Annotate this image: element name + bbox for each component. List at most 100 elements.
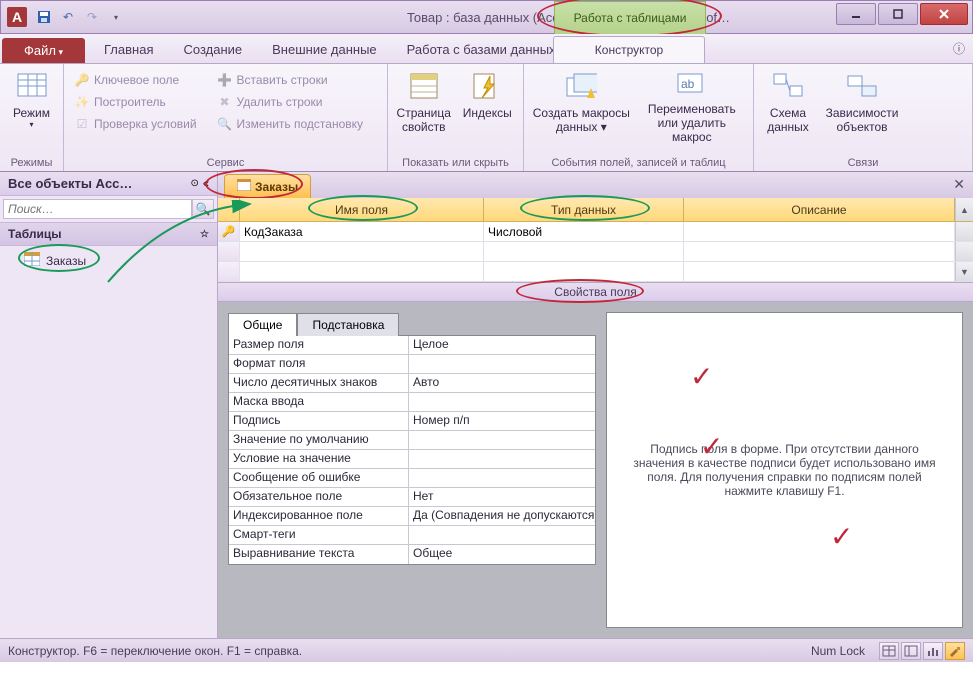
prop-row[interactable]: Формат поля bbox=[229, 355, 595, 374]
prop-value[interactable]: Номер п/п bbox=[409, 412, 595, 430]
scrollbar-track[interactable] bbox=[955, 222, 973, 241]
delete-rows-button[interactable]: ✖Удалить строки bbox=[213, 92, 367, 112]
tab-lookup[interactable]: Подстановка bbox=[297, 313, 399, 336]
tab-home[interactable]: Главная bbox=[89, 35, 168, 63]
tab-general[interactable]: Общие bbox=[228, 313, 297, 336]
maximize-button[interactable] bbox=[878, 3, 918, 25]
table-row[interactable] bbox=[218, 242, 973, 262]
prop-value[interactable] bbox=[409, 469, 595, 487]
quick-access-toolbar: ↶ ↷ ▾ bbox=[35, 8, 125, 26]
prop-row[interactable]: Обязательное полеНет bbox=[229, 488, 595, 507]
field-name-cell[interactable]: КодЗаказа bbox=[240, 222, 484, 241]
rename-macro-button[interactable]: ab Переименовать или удалить макрос bbox=[637, 66, 747, 146]
save-icon[interactable] bbox=[35, 8, 53, 26]
create-macros-button[interactable]: Создать макросы данных ▾ bbox=[530, 66, 633, 146]
nav-header[interactable]: Все объекты Acc… ⊙ « bbox=[0, 172, 217, 196]
prop-value[interactable] bbox=[409, 393, 595, 411]
prop-value[interactable]: Целое bbox=[409, 336, 595, 354]
prop-value[interactable] bbox=[409, 355, 595, 373]
field-name-cell[interactable] bbox=[240, 242, 484, 261]
collapse-nav-icon[interactable]: « bbox=[203, 178, 209, 190]
row-selector[interactable] bbox=[218, 242, 240, 261]
prop-name: Выравнивание текста bbox=[229, 545, 409, 564]
design-view-icon[interactable] bbox=[945, 642, 965, 660]
help-icon[interactable]: ⓘ bbox=[953, 40, 965, 57]
minimize-button[interactable] bbox=[836, 3, 876, 25]
dropdown-icon[interactable]: ⊙ bbox=[190, 178, 198, 189]
col-data-type[interactable]: Тип данных bbox=[484, 198, 684, 221]
prop-row[interactable]: Значение по умолчанию bbox=[229, 431, 595, 450]
col-field-name[interactable]: Имя поля bbox=[240, 198, 484, 221]
scroll-down-icon[interactable]: ▼ bbox=[955, 262, 973, 281]
tab-external-data[interactable]: Внешние данные bbox=[257, 35, 392, 63]
table-row[interactable]: 🔑 КодЗаказа Числовой bbox=[218, 222, 973, 242]
prop-row[interactable]: Выравнивание текстаОбщее bbox=[229, 545, 595, 564]
close-document-icon[interactable]: ✕ bbox=[953, 176, 965, 193]
ribbon-group-show-hide: Страница свойств Индексы Показать или ск… bbox=[388, 64, 524, 171]
scrollbar-track[interactable] bbox=[955, 242, 973, 261]
undo-icon[interactable]: ↶ bbox=[59, 8, 77, 26]
field-type-cell[interactable] bbox=[484, 242, 684, 261]
prop-value[interactable]: Нет bbox=[409, 488, 595, 506]
collapse-group-icon[interactable]: ☆ bbox=[200, 229, 209, 240]
col-description[interactable]: Описание bbox=[684, 198, 955, 221]
btn-label: Удалить строки bbox=[237, 95, 323, 109]
relationships-button[interactable]: Схема данных bbox=[760, 66, 816, 146]
key-icon: 🔑 bbox=[74, 72, 90, 88]
search-icon[interactable]: 🔍 bbox=[192, 199, 214, 219]
prop-row[interactable]: Смарт-теги bbox=[229, 526, 595, 545]
chart-view-icon[interactable] bbox=[923, 642, 943, 660]
prop-value[interactable]: Да (Совпадения не допускаются) bbox=[409, 507, 595, 525]
modify-lookup-button[interactable]: 🔍Изменить подстановку bbox=[213, 114, 367, 134]
prop-row[interactable]: Сообщение об ошибке bbox=[229, 469, 595, 488]
redo-icon[interactable]: ↷ bbox=[83, 8, 101, 26]
row-selector[interactable]: 🔑 bbox=[218, 222, 240, 241]
nav-group-tables[interactable]: Таблицы ☆ bbox=[0, 223, 217, 246]
btn-label: Зависимости объектов bbox=[822, 106, 902, 134]
btn-label: Проверка условий bbox=[94, 117, 197, 131]
prop-row[interactable]: Число десятичных знаковАвто bbox=[229, 374, 595, 393]
primary-key-button[interactable]: 🔑Ключевое поле bbox=[70, 70, 201, 90]
file-tab[interactable]: Файл bbox=[2, 38, 85, 63]
prop-value[interactable] bbox=[409, 526, 595, 544]
prop-row[interactable]: Индексированное полеДа (Совпадения не до… bbox=[229, 507, 595, 526]
prop-value[interactable] bbox=[409, 450, 595, 468]
field-type-cell[interactable]: Числовой bbox=[484, 222, 684, 241]
prop-row[interactable]: Условие на значение bbox=[229, 450, 595, 469]
field-desc-cell[interactable] bbox=[684, 222, 955, 241]
property-grid: Размер поляЦелое Формат поля Число десят… bbox=[228, 335, 596, 565]
dependencies-button[interactable]: Зависимости объектов bbox=[820, 66, 904, 146]
document-tab-label: Заказы bbox=[255, 180, 298, 194]
field-desc-cell[interactable] bbox=[684, 242, 955, 261]
prop-row[interactable]: Маска ввода bbox=[229, 393, 595, 412]
validation-button[interactable]: ☑ Проверка условий bbox=[70, 114, 201, 134]
table-row[interactable]: ▼ bbox=[218, 262, 973, 282]
prop-row[interactable]: ПодписьНомер п/п bbox=[229, 412, 595, 431]
view-button[interactable]: Режим▾ bbox=[6, 66, 57, 146]
close-button[interactable] bbox=[920, 3, 968, 25]
prop-value[interactable]: Авто bbox=[409, 374, 595, 392]
search-input[interactable] bbox=[3, 199, 192, 219]
scroll-up-icon[interactable]: ▲ bbox=[955, 198, 973, 221]
datasheet-view-icon[interactable] bbox=[879, 642, 899, 660]
btn-label: Создать макросы данных ▾ bbox=[532, 106, 631, 134]
pivot-view-icon[interactable] bbox=[901, 642, 921, 660]
builder-button[interactable]: ✨Построитель bbox=[70, 92, 201, 112]
prop-value[interactable]: Общее bbox=[409, 545, 595, 564]
tab-create[interactable]: Создание bbox=[168, 35, 257, 63]
check-icon: ☑ bbox=[74, 116, 90, 132]
document-tab[interactable]: Заказы bbox=[224, 174, 311, 198]
tab-design[interactable]: Конструктор bbox=[553, 36, 705, 63]
qat-dropdown-icon[interactable]: ▾ bbox=[107, 8, 125, 26]
nav-item-table[interactable]: Заказы bbox=[0, 246, 217, 275]
field-rows: 🔑 КодЗаказа Числовой ▼ bbox=[218, 222, 973, 282]
prop-value[interactable] bbox=[409, 431, 595, 449]
prop-row[interactable]: Размер поляЦелое bbox=[229, 336, 595, 355]
property-sheet-button[interactable]: Страница свойств bbox=[394, 66, 454, 146]
btn-label: Изменить подстановку bbox=[237, 117, 363, 131]
field-grid: Имя поля Тип данных Описание ▲ 🔑 КодЗака… bbox=[218, 198, 973, 282]
insert-rows-button[interactable]: ➕Вставить строки bbox=[213, 70, 367, 90]
indexes-button[interactable]: Индексы bbox=[458, 66, 518, 146]
tab-database-tools[interactable]: Работа с базами данных bbox=[392, 35, 571, 63]
relationships-icon bbox=[772, 70, 804, 102]
